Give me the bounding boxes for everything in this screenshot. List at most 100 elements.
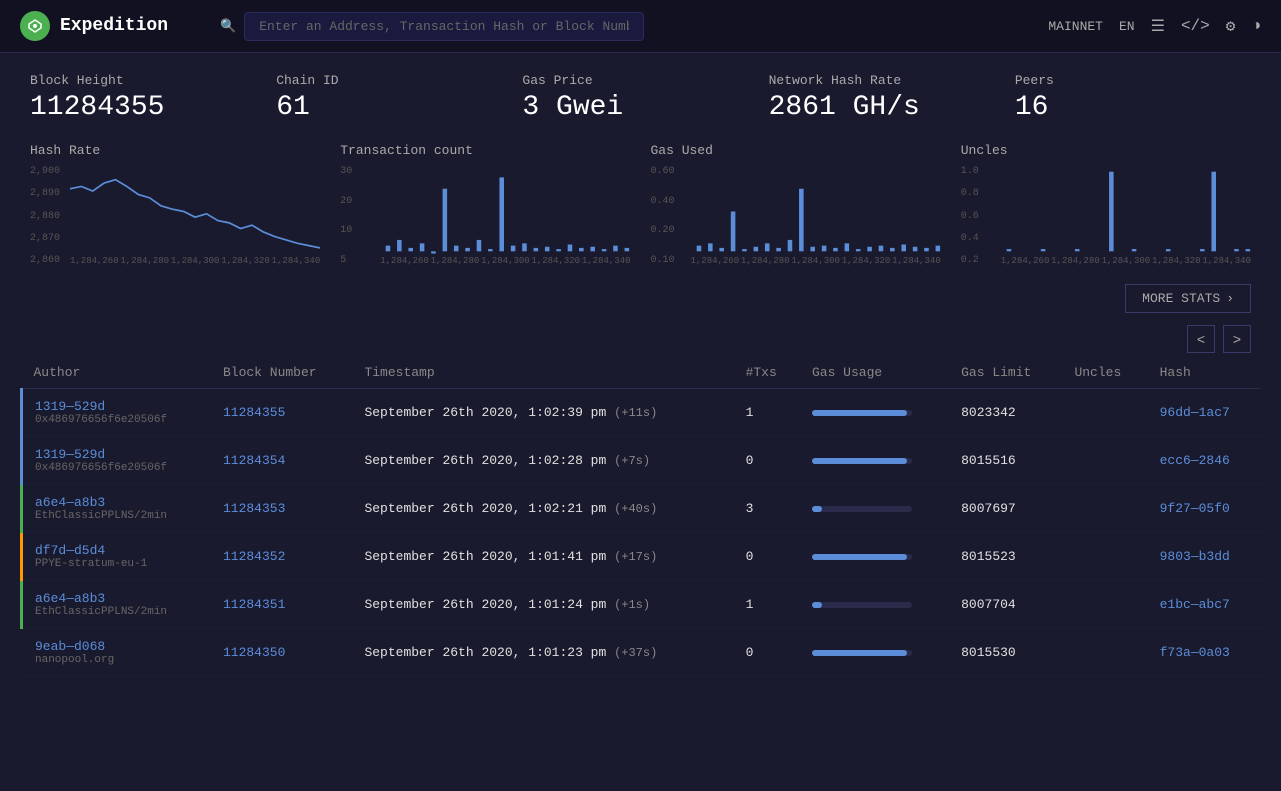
app-title: Expedition	[60, 16, 168, 36]
block-number-link[interactable]: 11284355	[223, 405, 285, 420]
tx-count-chart: Transaction count 30 20 10 5	[340, 143, 630, 266]
author-short[interactable]: a6e4—a8b3	[35, 591, 199, 606]
settings-icon[interactable]: ⚙	[1226, 16, 1236, 36]
logo-area: Expedition	[20, 11, 220, 41]
network-label: MAINNET	[1048, 19, 1103, 34]
block-number-link[interactable]: 11284350	[223, 645, 285, 660]
table-row: 9eab—d068 nanopool.org 11284350 Septembe…	[22, 629, 1262, 677]
block-number-link[interactable]: 11284351	[223, 597, 285, 612]
timestamp-main: September 26th 2020, 1:01:41 pm	[364, 549, 614, 564]
cell-gas-usage	[800, 629, 949, 677]
gas-bar-container	[812, 410, 912, 416]
table-row: 1319—529d 0x486976656f6e20506f 11284354 …	[22, 437, 1262, 485]
gas-bar-container	[812, 602, 912, 608]
hash-link[interactable]: 96dd—1ac7	[1160, 405, 1230, 420]
cell-uncles	[1062, 629, 1147, 677]
cell-hash: ecc6—2846	[1148, 437, 1261, 485]
timestamp-delta: (+11s)	[614, 406, 657, 420]
table-header-row: Author Block Number Timestamp #Txs Gas U…	[22, 357, 1262, 389]
cell-block-num: 11284352	[211, 533, 352, 581]
gas-used-chart-area: 0.60 0.40 0.20 0.10	[651, 166, 941, 266]
charts-row: Hash Rate 2,900 2,890 2,880 2,870 2,860 …	[0, 133, 1281, 276]
author-full: PPYE-stratum-eu-1	[35, 558, 199, 570]
timestamp-main: September 26th 2020, 1:02:39 pm	[364, 405, 614, 420]
tx-count-x-labels: 1,284,260 1,284,280 1,284,300 1,284,320 …	[380, 256, 630, 266]
cell-author: a6e4—a8b3 EthClassicPPLNS/2min	[22, 485, 211, 533]
author-short[interactable]: 1319—529d	[35, 399, 199, 414]
cell-block-num: 11284355	[211, 389, 352, 437]
cell-gas-usage	[800, 533, 949, 581]
stat-hash-rate-label: Network Hash Rate	[769, 73, 995, 88]
header: Expedition 🔍 MAINNET EN ☰ </> ⚙ ◑	[0, 0, 1281, 53]
cell-uncles	[1062, 485, 1147, 533]
stat-hash-rate-value: 2861 GH/s	[769, 92, 995, 123]
gas-bar-container	[812, 554, 912, 560]
cell-author: a6e4—a8b3 EthClassicPPLNS/2min	[22, 581, 211, 629]
block-number-link[interactable]: 11284354	[223, 453, 285, 468]
uncles-y-axis: 1.0 0.8 0.6 0.4 0.2	[961, 166, 1001, 266]
cell-gas-usage	[800, 485, 949, 533]
cell-uncles	[1062, 389, 1147, 437]
block-number-link[interactable]: 11284352	[223, 549, 285, 564]
tx-count-svg	[380, 166, 630, 257]
hash-link[interactable]: 9803—b3dd	[1160, 549, 1230, 564]
cell-gas-limit: 8007697	[949, 485, 1062, 533]
next-page-button[interactable]: >	[1223, 325, 1251, 353]
more-stats-row: MORE STATS ›	[0, 276, 1281, 321]
menu-icon[interactable]: ☰	[1151, 16, 1165, 36]
gas-used-chart-label: Gas Used	[651, 143, 941, 158]
more-stats-arrow-icon: ›	[1226, 291, 1234, 306]
col-block-number: Block Number	[211, 357, 352, 389]
cell-timestamp: September 26th 2020, 1:02:21 pm (+40s)	[352, 485, 733, 533]
timestamp-delta: (+1s)	[614, 598, 650, 612]
block-number-link[interactable]: 11284353	[223, 501, 285, 516]
author-short[interactable]: df7d—d5d4	[35, 543, 199, 558]
tx-count-chart-label: Transaction count	[340, 143, 630, 158]
author-short[interactable]: 9eab—d068	[35, 639, 199, 654]
more-stats-button[interactable]: MORE STATS ›	[1125, 284, 1251, 313]
col-author: Author	[22, 357, 211, 389]
gas-bar	[812, 650, 907, 656]
hash-link[interactable]: f73a—0a03	[1160, 645, 1230, 660]
prev-page-button[interactable]: <	[1187, 325, 1215, 353]
hash-link[interactable]: e1bc—abc7	[1160, 597, 1230, 612]
gas-bar	[812, 458, 907, 464]
uncles-x-labels: 1,284,260 1,284,280 1,284,300 1,284,320 …	[1001, 256, 1251, 266]
cell-block-num: 11284353	[211, 485, 352, 533]
pagination-row: < >	[0, 321, 1281, 357]
theme-icon[interactable]: ◑	[1251, 17, 1261, 35]
cell-gas-limit: 8007704	[949, 581, 1062, 629]
author-short[interactable]: 1319—529d	[35, 447, 199, 462]
cell-hash: 9803—b3dd	[1148, 533, 1261, 581]
stat-chain-id-value: 61	[276, 92, 502, 123]
tx-count-y-axis: 30 20 10 5	[340, 166, 380, 266]
stat-block-height: Block Height 11284355	[30, 73, 266, 123]
hash-link[interactable]: ecc6—2846	[1160, 453, 1230, 468]
timestamp-main: September 26th 2020, 1:02:28 pm	[364, 453, 614, 468]
uncles-svg	[1001, 166, 1251, 257]
cell-hash: f73a—0a03	[1148, 629, 1261, 677]
gas-bar	[812, 602, 822, 608]
hash-link[interactable]: 9f27—05f0	[1160, 501, 1230, 516]
gas-bar-container	[812, 458, 912, 464]
gas-used-y-axis: 0.60 0.40 0.20 0.10	[651, 166, 691, 266]
cell-txs: 3	[734, 485, 800, 533]
gas-bar	[812, 410, 907, 416]
timestamp-delta: (+7s)	[614, 454, 650, 468]
search-bar: 🔍	[220, 12, 1048, 41]
timestamp-main: September 26th 2020, 1:01:24 pm	[364, 597, 614, 612]
author-full: 0x486976656f6e20506f	[35, 414, 199, 426]
header-right: MAINNET EN ☰ </> ⚙ ◑	[1048, 16, 1261, 36]
author-full: nanopool.org	[35, 654, 199, 666]
stat-hash-rate: Network Hash Rate 2861 GH/s	[759, 73, 1005, 123]
stats-row: Block Height 11284355 Chain ID 61 Gas Pr…	[0, 53, 1281, 133]
search-input[interactable]	[244, 12, 644, 41]
cell-txs: 0	[734, 533, 800, 581]
code-icon[interactable]: </>	[1181, 17, 1210, 35]
cell-gas-usage	[800, 581, 949, 629]
cell-author: df7d—d5d4 PPYE-stratum-eu-1	[22, 533, 211, 581]
author-short[interactable]: a6e4—a8b3	[35, 495, 199, 510]
hash-rate-chart-area: 2,900 2,890 2,880 2,870 2,860 1,284,260 …	[30, 166, 320, 266]
table-row: 1319—529d 0x486976656f6e20506f 11284355 …	[22, 389, 1262, 437]
table-row: a6e4—a8b3 EthClassicPPLNS/2min 11284353 …	[22, 485, 1262, 533]
